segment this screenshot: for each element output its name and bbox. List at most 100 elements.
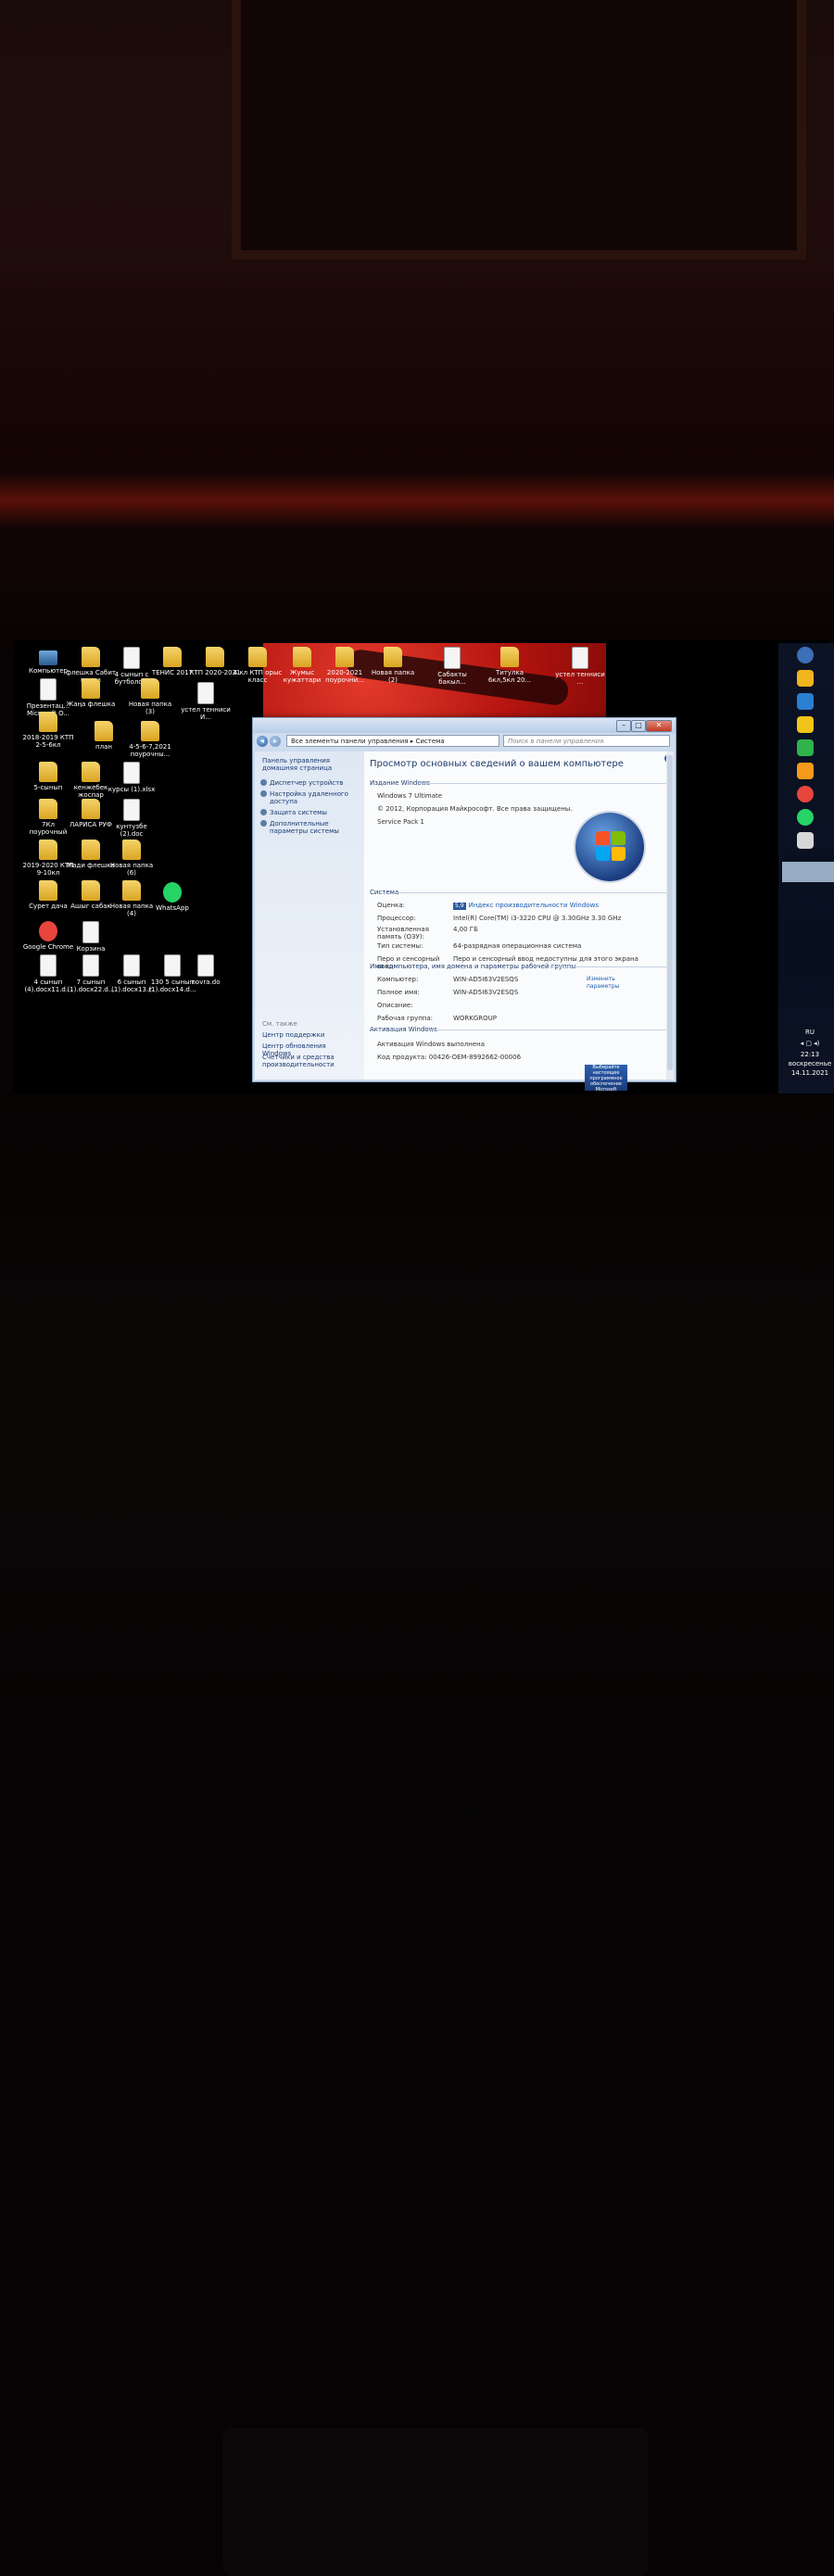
taskbar-app-icon[interactable] [797,832,814,849]
genuine-microsoft-badge[interactable]: Выбирайте настоящее программное обеспече… [585,1065,627,1092]
window-titlebar[interactable]: – □ ✕ [253,718,676,733]
taskbar: RU ◂ ▢ ◂) 22:13 воскресенье 14.11.2021 [778,643,834,1097]
desktop-icon[interactable]: устел тенниси И... [180,682,232,721]
taskbar-app-icon[interactable] [797,739,814,756]
desktop-icon[interactable]: Новая папка (6) [106,840,158,877]
document-icon [197,954,214,977]
divider [398,892,668,893]
row-label: Компьютер: [377,976,419,983]
document-icon [444,647,461,669]
minimize-button[interactable]: – [616,720,631,732]
change-params-link[interactable]: Изменить параметры [587,976,633,991]
close-button[interactable]: ✕ [646,720,672,732]
desktop-icon[interactable]: устел тенниси ... [554,647,606,686]
see-also-title: См. также [262,1020,297,1028]
taskbar-app-icon[interactable] [797,786,814,802]
performance-index-link[interactable]: Индекс производительности Windows [469,902,599,909]
desktop-icon-label: 2020-2021 поурочни... [325,669,364,684]
row-value: WIN-AD5I63V2ESQS [453,976,519,983]
shield-icon [260,790,267,797]
row-value: 5,9 Индекс производительности Windows [453,902,599,910]
desktop-icon[interactable]: Новая папка (3) [124,678,176,715]
performance-tools-link[interactable]: Счетчики и средства производительности [262,1054,355,1068]
control-panel-home-link[interactable]: Панель управления домашняя страница [262,757,355,772]
back-arrow-icon[interactable]: ◂ [257,736,268,747]
desktop-icon[interactable]: Новая папка (2) [367,647,419,684]
picture-frame [232,0,806,259]
document-icon [572,647,588,669]
desktop-icon[interactable]: novra.do [180,954,232,986]
desktop-icon[interactable]: кунтузбе (2).doc [106,799,158,838]
document-icon [164,954,181,977]
maximize-button[interactable]: □ [631,720,646,732]
folder-icon [95,721,113,741]
service-pack: Service Pack 1 [377,818,424,826]
divider [429,1029,668,1030]
genuine-text: Выбирайте настоящее программное обеспече… [589,1065,623,1092]
taskbar-app-icon[interactable] [797,716,814,733]
row-label: Описание: [377,1002,413,1009]
shield-icon [260,779,267,786]
scrollbar[interactable] [666,751,674,1080]
folder-icon [39,712,57,732]
row-label: Рабочая группа: [377,1015,434,1022]
row-value: WIN-AD5I63V2ESQS [453,989,519,996]
red-light-glow [0,473,834,528]
action-center-link[interactable]: Центр поддержки [262,1031,355,1039]
device-manager-link[interactable]: Диспетчер устройств [270,779,362,787]
folder-icon [335,647,354,667]
activation-section-title: Активация Windows [370,1026,438,1033]
activation-status: Активация Windows выполнена [377,1041,486,1048]
address-part-1[interactable]: Все элементы панели управления [291,738,409,745]
taskbar-app-icon[interactable] [797,693,814,710]
folder-icon [141,678,159,699]
folder-icon [82,762,100,782]
folder-icon [293,647,311,667]
desktop-icon[interactable]: Титулка 6кл,5кл 20... [484,647,536,684]
document-icon [82,954,99,977]
desktop-icon[interactable]: Сабакты бакыл... [426,647,478,686]
system-protection-link[interactable]: Защита системы [270,809,362,816]
folder-icon [163,647,182,667]
row-value: Перо и сенсорный ввод недоступны для это… [453,955,638,963]
desktop-icon-label: Титулка 6кл,5кл 20... [487,669,532,684]
desktop-icon[interactable]: курсы (1).xlsx [106,762,158,793]
desktop-icon[interactable]: 2018-2019 КТП 2-5-6кл [22,712,74,749]
address-part-2[interactable]: Система [415,738,444,745]
desktop-icon[interactable]: 4-5-6-7,2021 поурочны... [124,721,176,758]
room-background [0,0,834,649]
desktop-icon-label: устел тенниси И... [181,706,231,721]
taskbar-active-window[interactable] [782,862,834,882]
taskbar-app-icon[interactable] [797,647,814,663]
divider [550,966,668,967]
desktop-icon[interactable]: 2020-2021 поурочни... [319,647,371,684]
desktop-icon-label: 4-5-6-7,2021 поурочны... [129,743,171,758]
search-input[interactable]: Поиск в панели управления [503,735,670,747]
row-label: Тип системы: [377,942,423,950]
product-key: Код продукта: 00426-OEM-8992662-00006 [377,1054,522,1061]
folder-icon [39,840,57,860]
row-value: Intel(R) Core(TM) i3-3220 CPU @ 3.30GHz … [453,915,622,922]
address-input[interactable]: Все элементы панели управления ▸ Система [286,735,499,747]
desktop-icon-label: Новая папка (3) [128,701,172,715]
desktop-icon[interactable]: Жаңа флешка [65,678,117,708]
folder-icon [122,840,141,860]
document-icon [197,682,214,704]
tray-icons[interactable]: ◂ ▢ ◂) [782,1040,834,1047]
folder-icon [206,647,224,667]
advanced-settings-link[interactable]: Дополнительные параметры системы [270,820,362,835]
taskbar-app-icon[interactable] [797,670,814,687]
tray-time[interactable]: 22:13 [782,1051,834,1058]
taskbar-app-icon[interactable] [797,763,814,779]
tray-language[interactable]: RU [782,1029,834,1036]
folder-icon [82,799,100,819]
desktop-icon[interactable]: Корзина [65,921,117,953]
desk-area [0,1093,834,2576]
taskbar-app-icon[interactable] [797,809,814,826]
desktop-icon[interactable]: план [78,721,130,751]
forward-arrow-icon[interactable]: ▸ [270,736,281,747]
desktop-icon[interactable]: WhatsApp [146,882,198,912]
remote-settings-link[interactable]: Настройка удаленного доступа [270,790,362,805]
desktop-icon-label: Жаңа флешка [66,701,116,708]
document-icon [123,799,140,821]
